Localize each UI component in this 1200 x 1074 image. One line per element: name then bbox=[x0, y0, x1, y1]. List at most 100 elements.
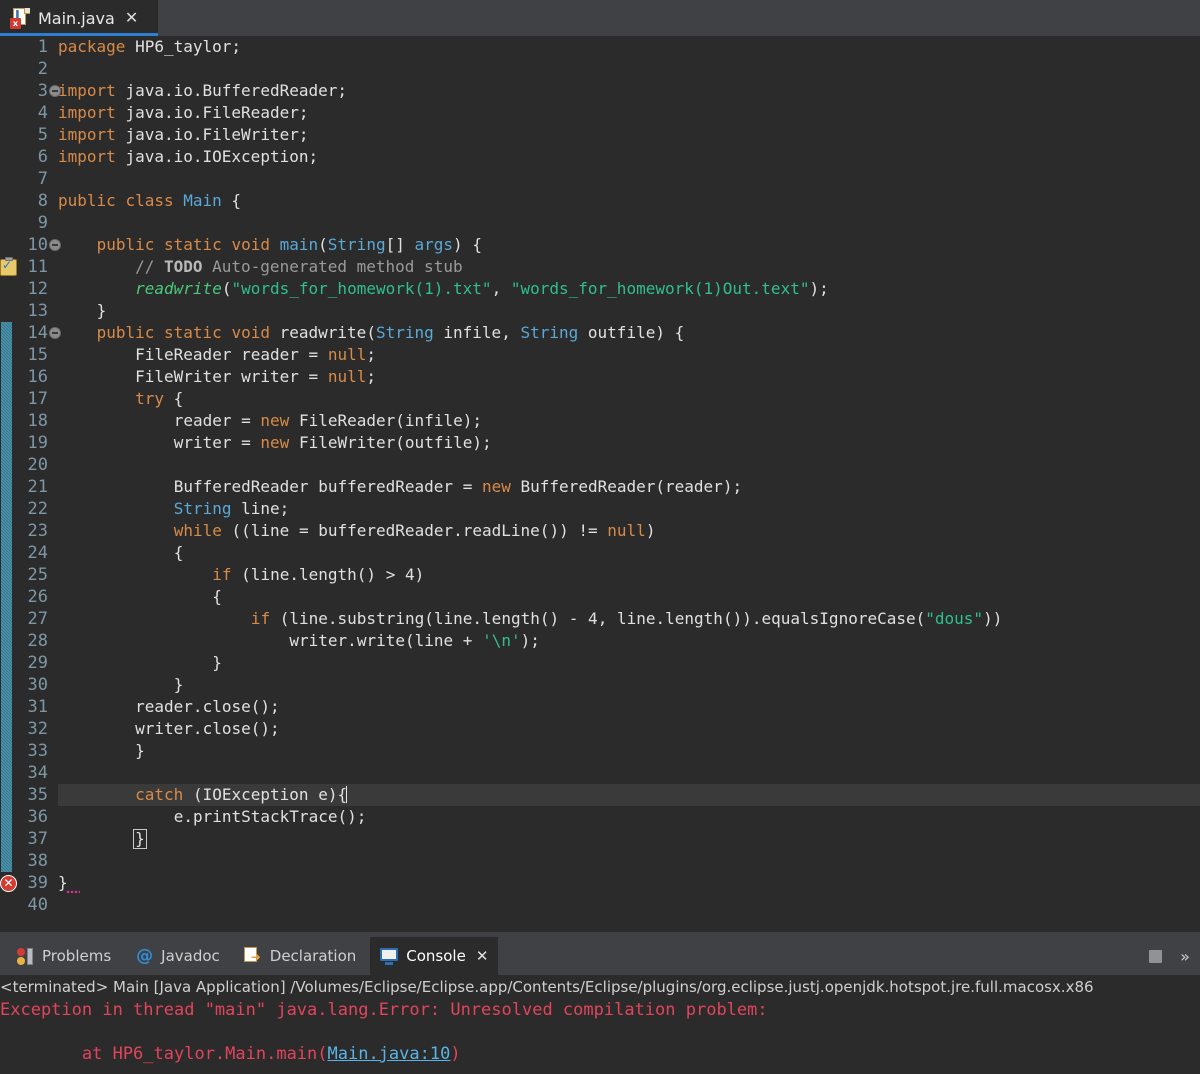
console-launch-header: <terminated> Main [Java Application] /Vo… bbox=[0, 978, 1094, 996]
declaration-icon bbox=[243, 946, 263, 966]
line-number: 21 bbox=[27, 477, 48, 497]
line-number: 35 bbox=[27, 785, 48, 805]
chevron-double-right-icon: » bbox=[1180, 946, 1190, 966]
line-number: 40 bbox=[27, 895, 48, 915]
code-line[interactable]: } bbox=[58, 652, 222, 674]
console-output[interactable]: <terminated> Main [Java Application] /Vo… bbox=[0, 975, 1200, 1074]
line-number: 19 bbox=[27, 433, 48, 453]
text-caret bbox=[346, 786, 348, 803]
code-line[interactable]: writer = new FileWriter(outfile); bbox=[58, 432, 492, 454]
line-number: 17 bbox=[27, 389, 48, 409]
code-line[interactable]: import java.io.BufferedReader; bbox=[58, 80, 347, 102]
code-line[interactable]: } bbox=[58, 300, 107, 322]
code-line[interactable]: reader = new FileReader(infile); bbox=[58, 410, 482, 432]
todo-task-icon[interactable] bbox=[0, 257, 17, 276]
code-line[interactable]: catch (IOException e){ bbox=[58, 784, 348, 806]
line-number: 5 bbox=[37, 125, 48, 145]
code-line[interactable]: try { bbox=[58, 388, 183, 410]
line-number: 7 bbox=[37, 169, 48, 189]
line-number: 18 bbox=[27, 411, 48, 431]
code-line[interactable]: } bbox=[58, 872, 80, 894]
java-file-icon: J x bbox=[10, 7, 30, 29]
editor-tab-label: Main.java bbox=[38, 8, 115, 28]
line-number: 37 bbox=[27, 829, 48, 849]
close-icon[interactable]: ✕ bbox=[125, 10, 138, 26]
panel-tab-label: Problems bbox=[42, 946, 112, 965]
code-line[interactable]: import java.io.FileWriter; bbox=[58, 124, 308, 146]
line-number: 6 bbox=[37, 147, 48, 167]
line-number: 3 bbox=[37, 81, 48, 101]
code-line[interactable]: { bbox=[58, 586, 222, 608]
line-number: 25 bbox=[27, 565, 48, 585]
code-line[interactable]: e.printStackTrace(); bbox=[58, 806, 367, 828]
line-number: 8 bbox=[37, 191, 48, 211]
code-line[interactable]: writer.write(line + '\n'); bbox=[58, 630, 540, 652]
line-number-gutter[interactable]: 1234567891011121314151617181920212223242… bbox=[0, 36, 61, 932]
panel-tab-label: Javadoc bbox=[161, 946, 220, 965]
line-number: 38 bbox=[27, 851, 48, 871]
line-number: 1 bbox=[37, 37, 48, 57]
code-line[interactable]: public static void main(String[] args) { bbox=[58, 234, 482, 256]
line-number: 15 bbox=[27, 345, 48, 365]
panel-tab-label: Declaration bbox=[269, 946, 357, 965]
line-number: 32 bbox=[27, 719, 48, 739]
line-number: 20 bbox=[27, 455, 48, 475]
code-line[interactable]: if (line.length() > 4) bbox=[58, 564, 424, 586]
line-number: 24 bbox=[27, 543, 48, 563]
error-marker-icon[interactable]: ✕ bbox=[0, 875, 17, 892]
problems-icon bbox=[16, 947, 35, 966]
line-number: 4 bbox=[37, 103, 48, 123]
code-line[interactable]: } bbox=[58, 828, 147, 850]
code-line[interactable]: reader.close(); bbox=[58, 696, 280, 718]
code-line[interactable]: // TODO Auto-generated method stub bbox=[58, 256, 463, 278]
line-number: 13 bbox=[27, 301, 48, 321]
console-icon bbox=[380, 947, 399, 966]
panel-tab-javadoc[interactable]: @ Javadoc bbox=[125, 937, 230, 975]
code-line[interactable]: writer.close(); bbox=[58, 718, 280, 740]
editor-tab-bar: J x Main.java ✕ bbox=[0, 0, 1200, 36]
line-number: 30 bbox=[27, 675, 48, 695]
editor-tab-main-java[interactable]: J x Main.java ✕ bbox=[0, 0, 158, 36]
code-line[interactable]: BufferedReader bufferedReader = new Buff… bbox=[58, 476, 742, 498]
code-line[interactable]: FileReader reader = null; bbox=[58, 344, 376, 366]
code-line[interactable]: while ((line = bufferedReader.readLine()… bbox=[58, 520, 656, 542]
code-line[interactable]: import java.io.FileReader; bbox=[58, 102, 308, 124]
code-line[interactable]: } bbox=[58, 740, 145, 762]
code-line[interactable]: { bbox=[58, 542, 184, 564]
code-line[interactable]: if (line.substring(line.length() - 4, li… bbox=[58, 608, 1003, 630]
code-editor[interactable]: 1234567891011121314151617181920212223242… bbox=[0, 36, 1200, 932]
panel-tab-label: Console bbox=[406, 946, 466, 965]
panel-more-button[interactable]: » bbox=[1170, 941, 1200, 971]
panel-tab-declaration[interactable]: Declaration bbox=[234, 937, 366, 975]
stacktrace-link[interactable]: Main.java:10 bbox=[328, 1044, 451, 1064]
terminate-button[interactable] bbox=[1140, 941, 1170, 971]
line-number: 22 bbox=[27, 499, 48, 519]
code-line[interactable]: String line; bbox=[58, 498, 290, 520]
close-icon[interactable]: ✕ bbox=[476, 947, 489, 965]
panel-tab-bar: Problems @ Javadoc Declaration Console ✕ bbox=[0, 937, 1200, 975]
code-line[interactable]: package HP6_taylor; bbox=[58, 36, 241, 58]
code-line[interactable]: public static void readwrite(String infi… bbox=[58, 322, 685, 344]
line-number: 9 bbox=[37, 213, 48, 233]
line-number: 14 bbox=[27, 323, 48, 343]
code-line[interactable]: readwrite("words_for_homework(1).txt", "… bbox=[58, 278, 829, 300]
line-number: 28 bbox=[27, 631, 48, 651]
line-number: 34 bbox=[27, 763, 48, 783]
line-number: 2 bbox=[37, 59, 48, 79]
line-number: 16 bbox=[27, 367, 48, 387]
bracket-match-highlight: } bbox=[133, 829, 147, 849]
panel-tab-console[interactable]: Console ✕ bbox=[370, 937, 499, 975]
code-line[interactable]: } bbox=[58, 674, 184, 696]
code-line[interactable]: FileWriter writer = null; bbox=[58, 366, 376, 388]
line-number: 10 bbox=[27, 235, 48, 255]
stop-square-icon bbox=[1148, 949, 1162, 963]
line-number: 27 bbox=[27, 609, 48, 629]
line-number: 26 bbox=[27, 587, 48, 607]
code-line[interactable]: public class Main { bbox=[58, 190, 241, 212]
line-number: 12 bbox=[27, 279, 48, 299]
error-squiggle bbox=[66, 890, 80, 893]
code-line[interactable]: import java.io.IOException; bbox=[58, 146, 318, 168]
bottom-panel: Problems @ Javadoc Declaration Console ✕ » <t… bbox=[0, 932, 1200, 1074]
panel-tab-problems[interactable]: Problems bbox=[6, 937, 121, 975]
